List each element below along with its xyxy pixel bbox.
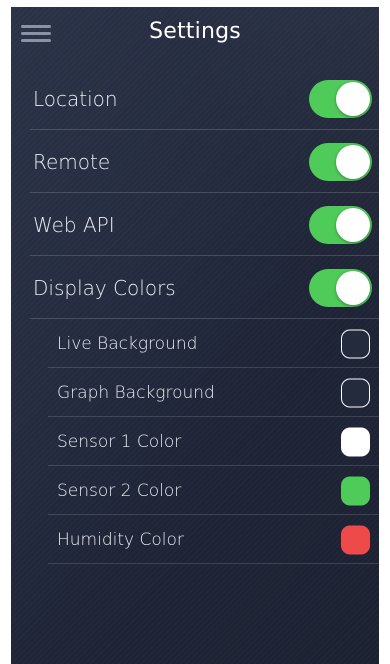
toggle-knob <box>336 144 370 179</box>
color-row-sensor-1: Sensor 1 Color <box>11 417 379 466</box>
display-colors-toggle[interactable] <box>309 268 372 307</box>
remote-toggle[interactable] <box>309 142 372 181</box>
graph-background-swatch[interactable] <box>341 378 370 407</box>
setting-row-web-api: Web API <box>11 193 379 256</box>
setting-label-remote: Remote <box>33 149 111 174</box>
live-background-swatch[interactable] <box>341 329 370 358</box>
color-label-sensor-1: Sensor 1 Color <box>57 431 182 452</box>
page-title: Settings <box>149 19 241 44</box>
color-row-graph-background: Graph Background <box>11 368 379 417</box>
color-row-live-background: Live Background <box>11 319 379 368</box>
color-label-graph-background: Graph Background <box>57 382 215 403</box>
location-toggle[interactable] <box>309 79 372 118</box>
setting-label-display-colors: Display Colors <box>33 275 176 300</box>
humidity-color-swatch[interactable] <box>341 525 370 554</box>
sensor-2-color-swatch[interactable] <box>341 476 370 505</box>
color-label-sensor-2: Sensor 2 Color <box>57 480 182 501</box>
toggle-knob <box>336 207 370 242</box>
setting-label-web-api: Web API <box>33 212 115 237</box>
color-label-live-background: Live Background <box>57 333 198 354</box>
top-bar: Settings <box>11 7 379 63</box>
color-row-humidity: Humidity Color <box>11 515 379 564</box>
color-label-humidity: Humidity Color <box>57 529 184 550</box>
toggle-knob <box>336 270 370 305</box>
web-api-toggle[interactable] <box>309 205 372 244</box>
setting-label-location: Location <box>33 86 118 111</box>
settings-screen: Settings Location Remote Web API Display… <box>11 7 379 664</box>
divider <box>48 563 379 564</box>
setting-row-display-colors: Display Colors <box>11 256 379 319</box>
setting-row-remote: Remote <box>11 130 379 193</box>
toggle-knob <box>336 81 370 116</box>
sensor-1-color-swatch[interactable] <box>341 427 370 456</box>
color-row-sensor-2: Sensor 2 Color <box>11 466 379 515</box>
setting-row-location: Location <box>11 67 379 130</box>
